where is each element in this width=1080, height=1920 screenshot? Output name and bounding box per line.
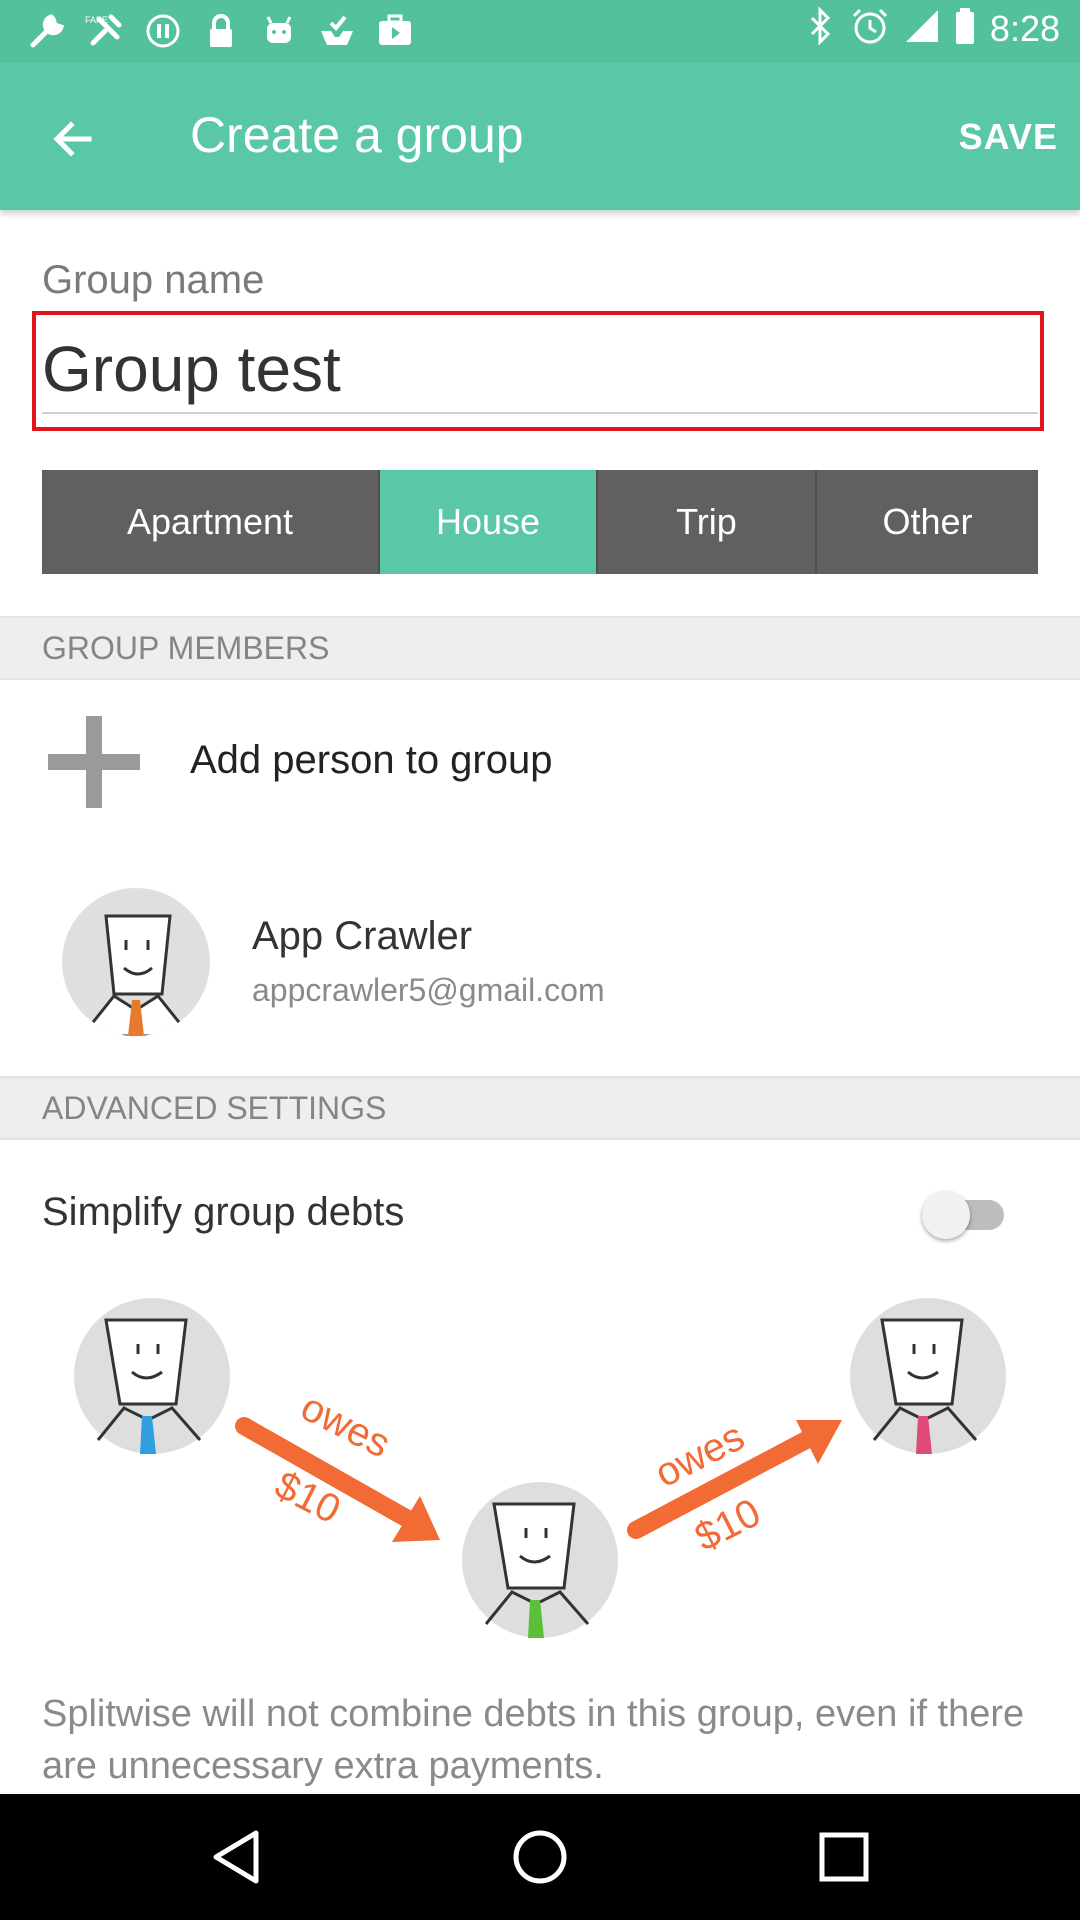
add-person-plus-icon[interactable] (48, 716, 140, 808)
status-time: 8:28 (989, 7, 1060, 49)
system-nav-bar (0, 1794, 1080, 1920)
simplify-debts-toggle[interactable] (922, 1191, 1012, 1239)
save-button[interactable]: SAVE (959, 116, 1058, 158)
type-house-button[interactable]: House (380, 470, 598, 574)
group-name-input[interactable]: Group test (42, 332, 341, 406)
group-members-header-label: GROUP MEMBERS (42, 630, 330, 666)
inbox-check-icon (316, 10, 358, 52)
group-name-label: Group name (42, 258, 265, 302)
status-bar: FAKE 8:28 (0, 0, 1080, 62)
app-bar: Create a group SAVE (0, 62, 1080, 210)
group-members-header: GROUP MEMBERS (0, 616, 1080, 680)
home-circle-icon[interactable] (510, 1827, 570, 1887)
svg-text:FAKE: FAKE (85, 15, 108, 25)
lock-icon (200, 10, 242, 52)
advanced-settings-header-label: ADVANCED SETTINGS (42, 1090, 387, 1126)
stop-icon (142, 10, 184, 52)
bluetooth-icon (806, 6, 836, 51)
recents-square-icon[interactable] (814, 1827, 874, 1887)
briefcase-play-icon (374, 10, 416, 52)
android-icon (258, 10, 300, 52)
person-right-avatar (850, 1298, 1006, 1454)
avatar (62, 888, 210, 1036)
person-left-avatar (74, 1298, 230, 1454)
group-name-underline (42, 412, 1038, 414)
group-type-selector: Apartment House Trip Other (42, 470, 1038, 574)
member-email: appcrawler5@gmail.com (252, 972, 605, 1008)
advanced-settings-header: ADVANCED SETTINGS (0, 1076, 1080, 1140)
person-middle-avatar (462, 1482, 618, 1638)
add-person-button[interactable]: Add person to group (190, 738, 552, 783)
back-arrow-icon[interactable] (38, 104, 108, 174)
simplify-debts-illustration: owes $10 owes $10 (0, 1290, 1080, 1660)
toggle-knob (922, 1191, 970, 1239)
type-other-button[interactable]: Other (817, 470, 1038, 574)
battery-icon (954, 6, 976, 51)
fake-gps-icon: FAKE (84, 10, 126, 52)
page-title: Create a group (190, 107, 524, 163)
alarm-icon (850, 6, 890, 51)
type-trip-button[interactable]: Trip (598, 470, 817, 574)
simplify-description: Splitwise will not combine debts in this… (42, 1693, 1025, 1787)
type-apartment-button[interactable]: Apartment (42, 470, 380, 574)
signal-icon (904, 6, 940, 51)
wrench-icon (26, 10, 68, 52)
status-left-icons: FAKE (26, 10, 416, 52)
back-triangle-icon[interactable] (206, 1827, 266, 1887)
status-right: 8:28 (806, 6, 1060, 51)
simplify-debts-label: Simplify group debts (42, 1190, 405, 1234)
member-name: App Crawler (252, 914, 473, 958)
